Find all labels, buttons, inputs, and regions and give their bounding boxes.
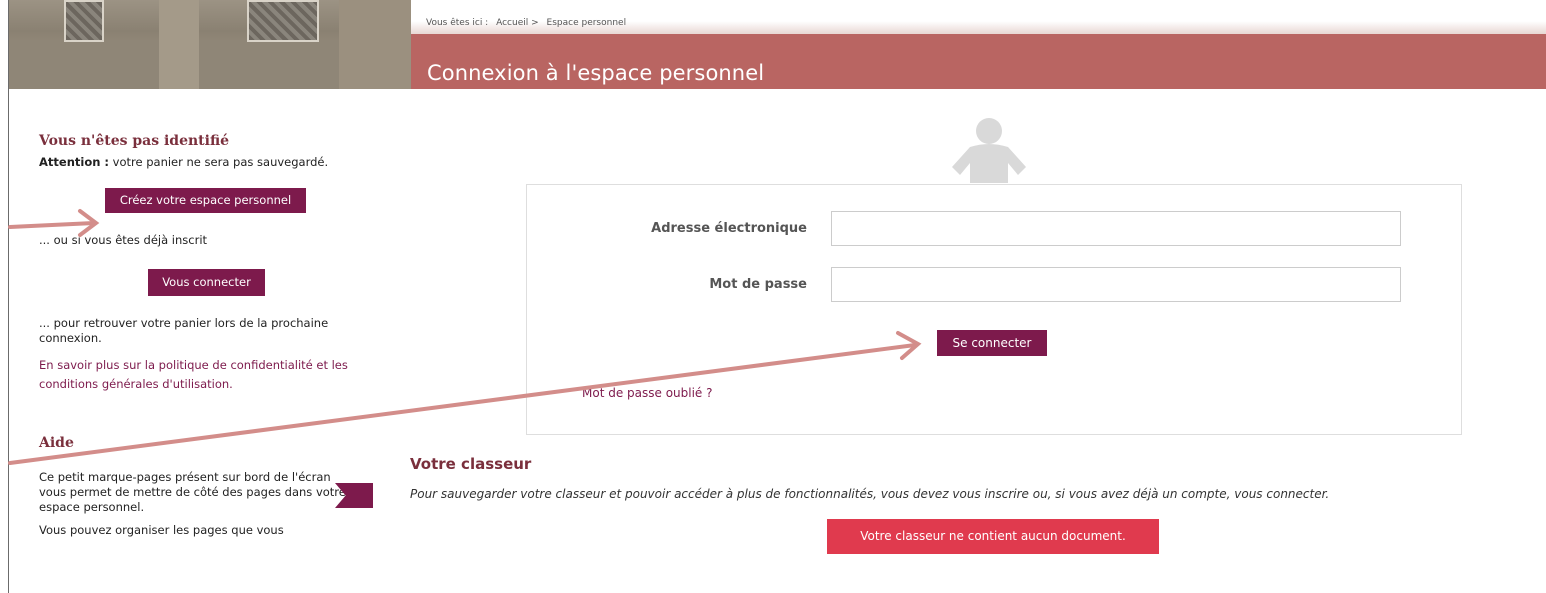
aide-heading: Aide (39, 435, 74, 451)
se-connecter-button[interactable]: Se connecter (937, 330, 1047, 356)
sidebar-heading: Vous n'êtes pas identifié (39, 133, 230, 149)
privacy-policy-link[interactable]: En savoir plus sur la politique de confi… (39, 358, 348, 391)
email-label: Adresse électronique (651, 221, 807, 236)
create-account-button[interactable]: Créez votre espace personnel (105, 188, 306, 213)
attention-label: Attention : (39, 155, 110, 169)
aide-text-continued: Vous pouvez organiser les pages que vous (39, 523, 284, 537)
password-field[interactable] (831, 267, 1401, 302)
empty-classeur-notice: Votre classeur ne contient aucun documen… (827, 519, 1159, 554)
vous-connecter-button[interactable]: Vous connecter (148, 269, 265, 296)
password-label: Mot de passe (709, 277, 807, 292)
breadcrumb: Vous êtes ici : Accueil > Espace personn… (426, 16, 631, 31)
breadcrumb-prefix: Vous êtes ici : (426, 18, 489, 28)
classeur-title: Votre classeur (410, 455, 532, 473)
window-decor (247, 0, 319, 42)
forgot-password-link[interactable]: Mot de passe oublié ? (582, 386, 713, 401)
email-field[interactable] (831, 211, 1401, 246)
already-registered-text: ... ou si vous êtes déjà inscrit (39, 233, 208, 247)
attention-text: votre panier ne sera pas sauvegardé. (109, 155, 329, 169)
attention-message: Attention : votre panier ne sera pas sau… (39, 155, 379, 170)
aide-text: Ce petit marque-pages présent sur bord d… (39, 470, 346, 514)
retrieve-basket-text: ... pour retrouver votre panier lors de … (39, 316, 329, 345)
breadcrumb-current: Espace personnel (546, 18, 627, 28)
classeur-text: Pour sauvegarder votre classeur et pouvo… (410, 487, 1330, 501)
page-title: Connexion à l'espace personnel (427, 61, 765, 86)
sidebar: Vous n'êtes pas identifié Attention : vo… (39, 133, 379, 538)
banner-photo (9, 0, 411, 89)
window-decor (64, 0, 104, 42)
breadcrumb-separator: > (531, 18, 539, 28)
breadcrumb-home-link[interactable]: Accueil (496, 18, 528, 28)
person-icon (952, 118, 1026, 183)
